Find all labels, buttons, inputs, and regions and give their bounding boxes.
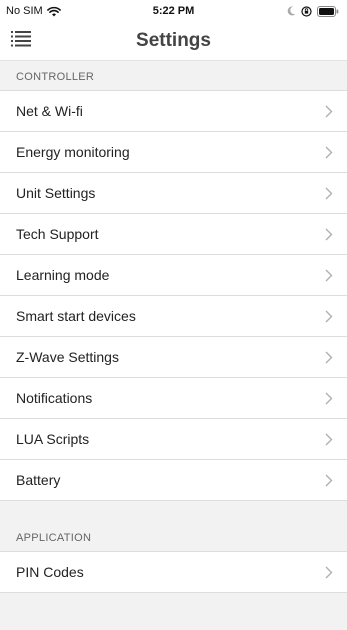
header: Settings (0, 22, 347, 60)
settings-item-unit-settings[interactable]: Unit Settings (0, 173, 347, 214)
chevron-right-icon (325, 105, 333, 118)
battery-icon (317, 5, 339, 17)
list-item-label: Energy monitoring (16, 144, 130, 160)
settings-item-notifications[interactable]: Notifications (0, 378, 347, 419)
carrier-label: No SIM (6, 5, 43, 17)
orientation-lock-icon (301, 5, 312, 17)
page-title: Settings (136, 30, 211, 51)
chevron-right-icon (325, 269, 333, 282)
list-item-label: Z-Wave Settings (16, 349, 119, 365)
settings-item-battery[interactable]: Battery (0, 460, 347, 501)
chevron-right-icon (325, 146, 333, 159)
chevron-right-icon (325, 228, 333, 241)
list-item-label: Learning mode (16, 267, 110, 283)
section-header-controller: CONTROLLER (0, 60, 347, 90)
status-right (287, 5, 339, 17)
list-item-label: Tech Support (16, 226, 99, 242)
list-item-label: Notifications (16, 390, 93, 406)
chevron-right-icon (325, 310, 333, 323)
settings-item-tech-support[interactable]: Tech Support (0, 214, 347, 255)
settings-item-learning-mode[interactable]: Learning mode (0, 255, 347, 296)
settings-item-net-wifi[interactable]: Net & Wi-fi (0, 91, 347, 132)
chevron-right-icon (325, 392, 333, 405)
chevron-right-icon (325, 187, 333, 200)
chevron-right-icon (325, 474, 333, 487)
application-list: PIN Codes (0, 551, 347, 593)
section-spacer (0, 501, 347, 521)
wifi-icon (46, 6, 61, 17)
list-item-label: Smart start devices (16, 308, 136, 324)
list-item-label: Net & Wi-fi (16, 103, 83, 119)
list-item-label: Battery (16, 472, 61, 488)
menu-button[interactable] (10, 30, 32, 52)
status-bar: No SIM 5:22 PM (0, 0, 347, 22)
status-left: No SIM (6, 5, 61, 17)
settings-item-pin-codes[interactable]: PIN Codes (0, 552, 347, 593)
chevron-right-icon (325, 351, 333, 364)
list-item-label: Unit Settings (16, 185, 96, 201)
settings-item-energy-monitoring[interactable]: Energy monitoring (0, 132, 347, 173)
section-header-application: APPLICATION (0, 521, 347, 551)
controller-list: Net & Wi-fi Energy monitoring Unit Setti… (0, 90, 347, 501)
chevron-right-icon (325, 566, 333, 579)
list-item-label: PIN Codes (16, 564, 84, 580)
settings-item-smart-start-devices[interactable]: Smart start devices (0, 296, 347, 337)
hamburger-menu-icon (11, 30, 31, 52)
list-item-label: LUA Scripts (16, 431, 90, 447)
settings-item-z-wave-settings[interactable]: Z-Wave Settings (0, 337, 347, 378)
moon-icon (287, 6, 296, 16)
chevron-right-icon (325, 433, 333, 446)
settings-item-lua-scripts[interactable]: LUA Scripts (0, 419, 347, 460)
